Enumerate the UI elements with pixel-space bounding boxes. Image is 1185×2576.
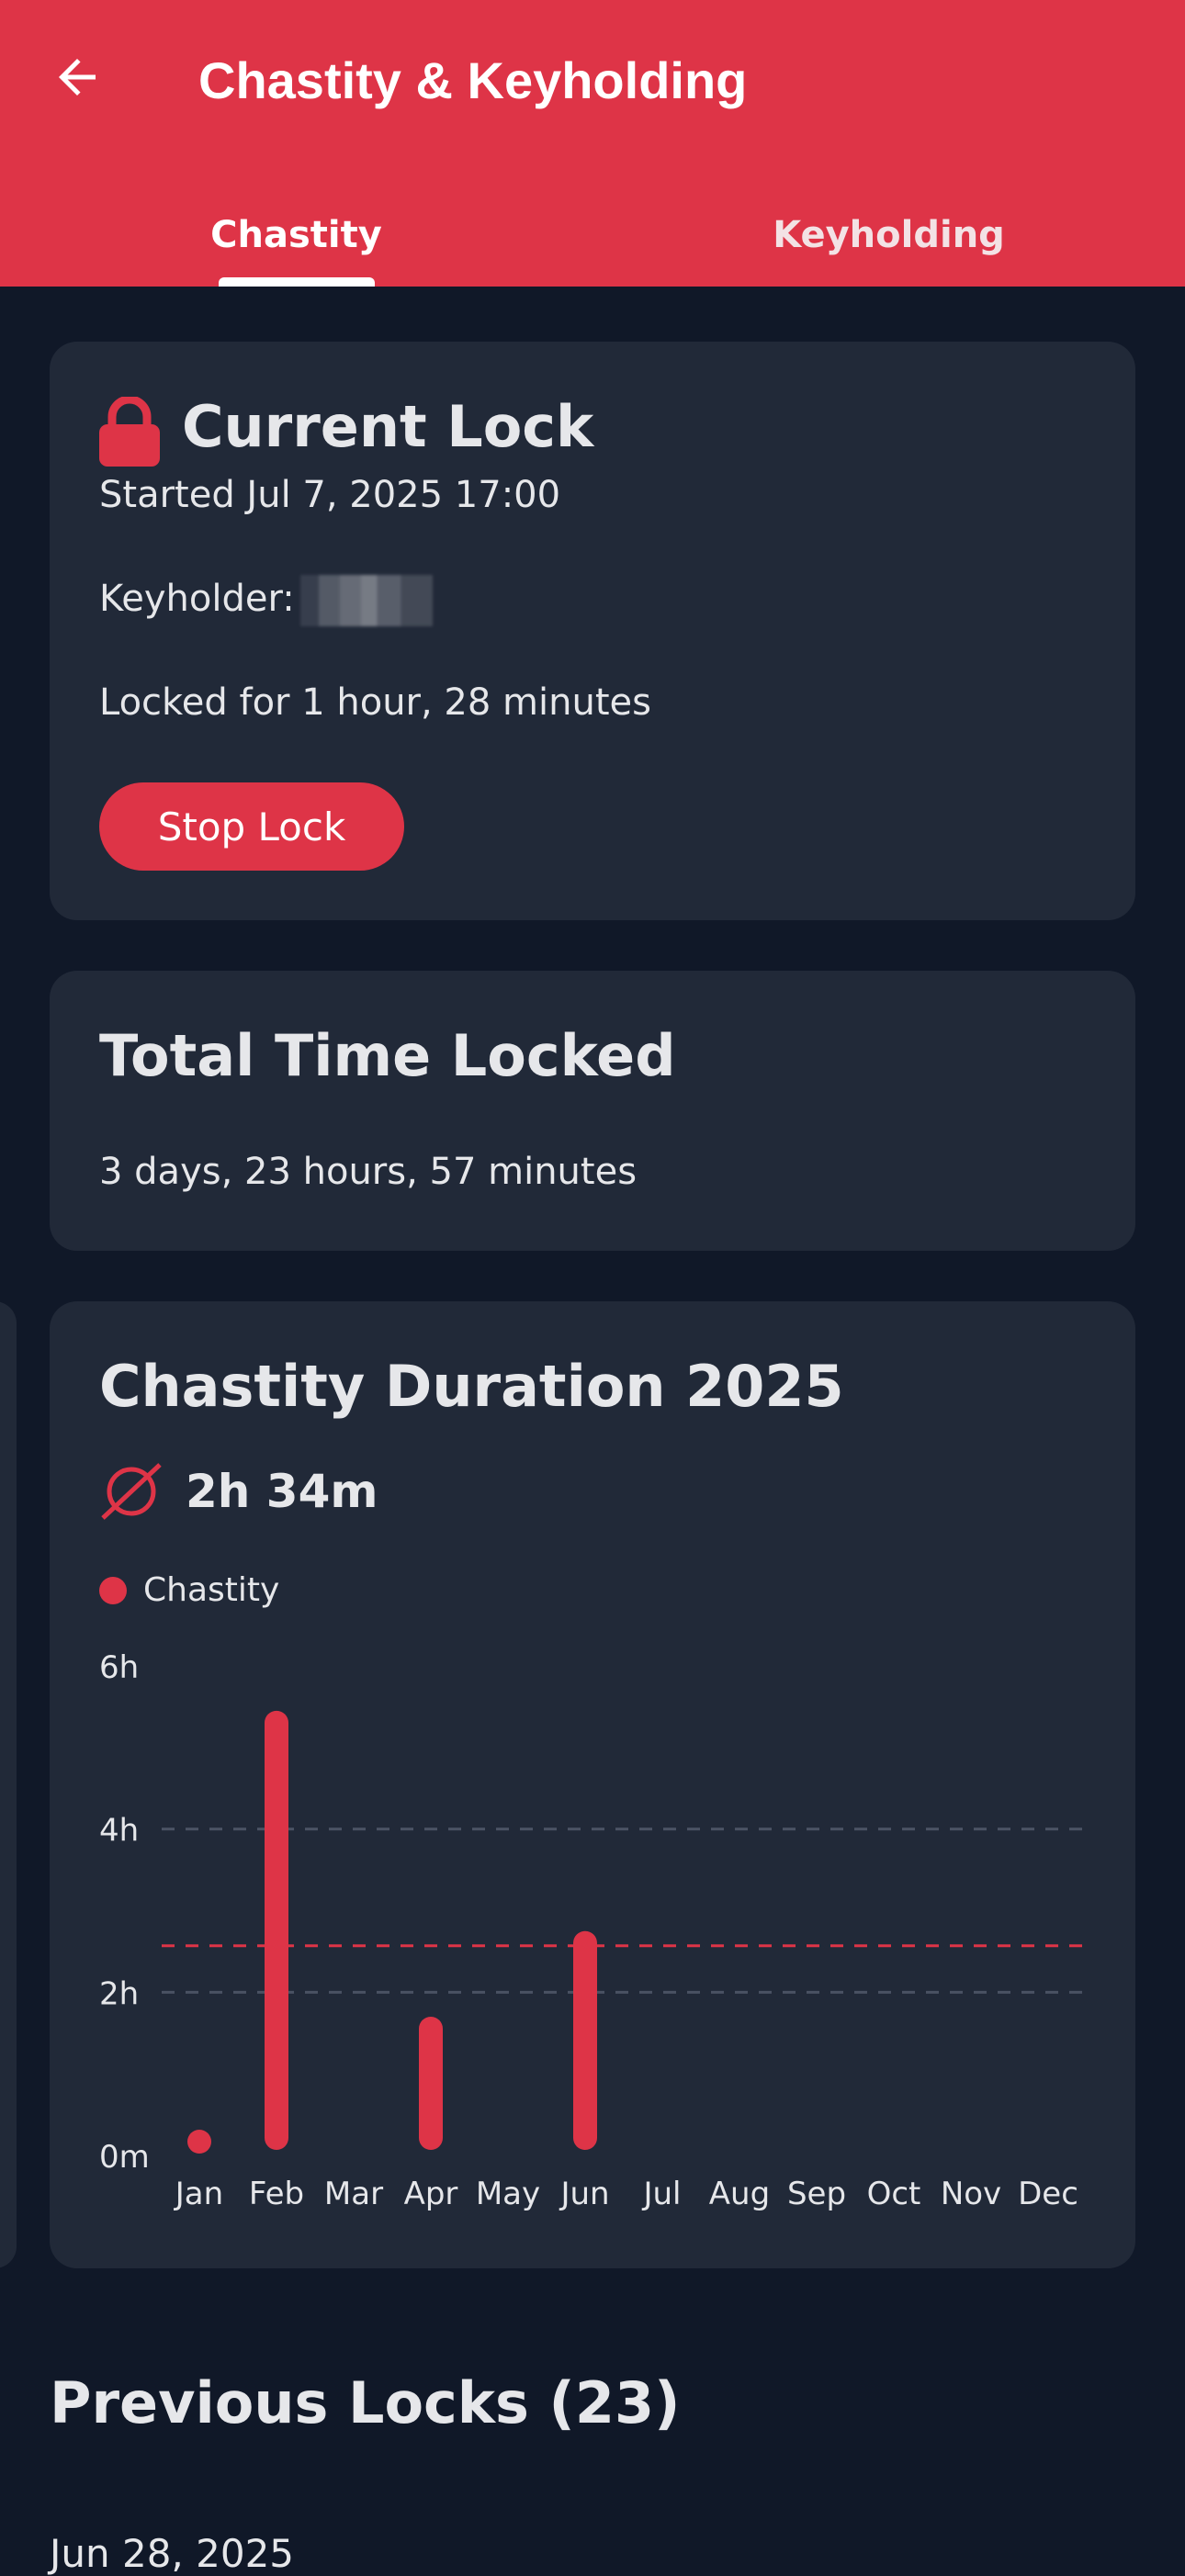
lock-icon xyxy=(99,397,160,467)
tab-indicator xyxy=(219,277,375,287)
y-tick-label: 4h xyxy=(99,1813,139,1850)
bar-apr xyxy=(419,2016,443,2150)
locked-for-text: Locked for 1 hour, 28 minutes xyxy=(99,681,651,724)
x-tick-label: Sep xyxy=(787,2176,846,2212)
arrow-left-icon xyxy=(59,59,96,96)
stop-lock-button[interactable]: Stop Lock xyxy=(99,782,404,871)
x-tick-label: Jul xyxy=(641,2176,681,2212)
bar-jun xyxy=(573,1930,597,2150)
previous-locks-title: Previous Locks (23) xyxy=(50,2369,681,2436)
tab-chastity-label: Chastity xyxy=(210,214,382,256)
bar-jan xyxy=(187,2130,211,2154)
current-lock-card: Current Lock Started Jul 7, 2025 17:00 K… xyxy=(50,342,1135,920)
x-tick-label: Nov xyxy=(941,2176,1001,2212)
tab-chastity[interactable]: Chastity xyxy=(0,184,592,287)
x-tick-label: Jun xyxy=(559,2176,609,2212)
previous-lock-date[interactable]: Jun 28, 2025 xyxy=(50,2531,294,2576)
tab-keyholding-label: Keyholding xyxy=(773,214,1005,256)
x-tick-label: Oct xyxy=(867,2176,921,2212)
tab-keyholding[interactable]: Keyholding xyxy=(592,184,1185,287)
total-time-card: Total Time Locked 3 days, 23 hours, 57 m… xyxy=(50,971,1135,1251)
x-tick-label: Jan xyxy=(174,2176,223,2212)
y-tick-label: 0m xyxy=(99,2139,150,2176)
keyholder-row: Keyholder: xyxy=(99,575,433,626)
x-tick-label: Dec xyxy=(1018,2176,1078,2212)
bar-feb xyxy=(265,1710,288,2150)
keyholder-name-redacted xyxy=(299,575,433,626)
total-time-title: Total Time Locked xyxy=(99,1022,676,1089)
duration-chart-card[interactable]: Chastity Duration 2025 2h 34m Chastity 0… xyxy=(50,1301,1135,2268)
y-tick-label: 2h xyxy=(99,1975,139,2012)
current-lock-title: Current Lock xyxy=(182,393,594,460)
x-tick-label: Aug xyxy=(709,2176,770,2212)
x-tick-label: Mar xyxy=(324,2176,383,2212)
previous-chart-card-peek[interactable] xyxy=(0,1301,17,2268)
back-button[interactable] xyxy=(40,40,114,114)
keyholder-label: Keyholder: xyxy=(99,578,295,620)
app-bar: Chastity & Keyholding Chastity Keyholdin… xyxy=(0,0,1185,287)
page-title: Chastity & Keyholding xyxy=(198,51,748,109)
x-tick-label: Apr xyxy=(404,2176,458,2212)
y-tick-label: 6h xyxy=(99,1649,139,1686)
total-time-value: 3 days, 23 hours, 57 minutes xyxy=(99,1151,638,1193)
duration-bar-chart: 0m 2h 4h 6h Jan Feb Mar Apr May Jun Jul Aug Sep Oct No… xyxy=(99,1649,1086,2212)
lock-started-text: Started Jul 7, 2025 17:00 xyxy=(99,474,561,516)
x-tick-label: May xyxy=(476,2176,540,2212)
x-tick-label: Feb xyxy=(249,2176,304,2212)
